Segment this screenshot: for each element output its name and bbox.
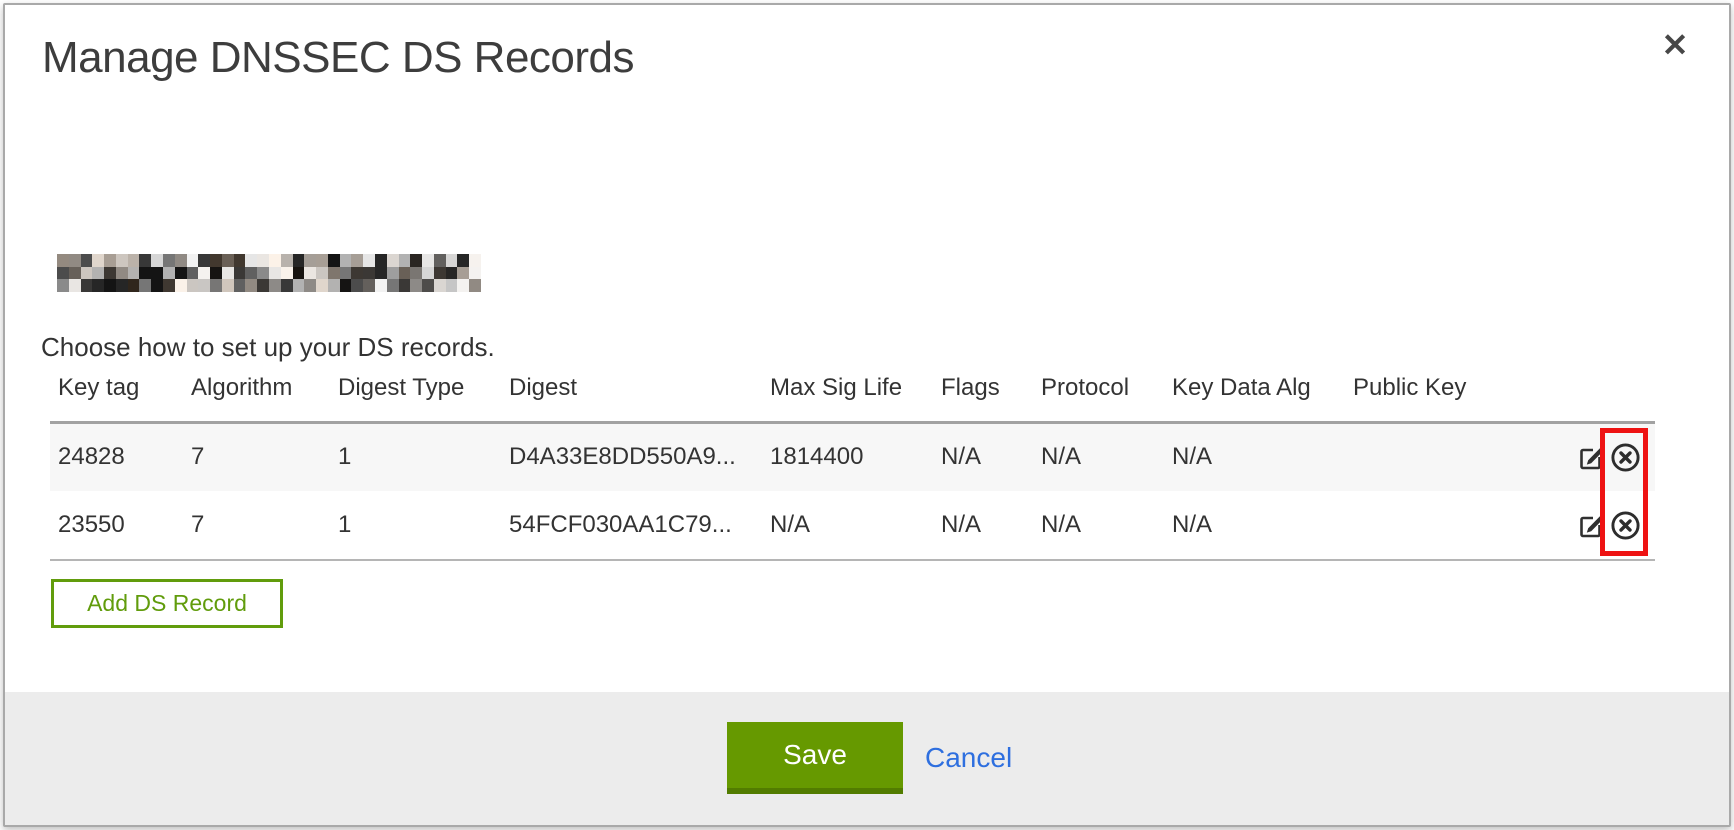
cell-algorithm: 7 (183, 491, 330, 560)
cell-protocol: N/A (1033, 491, 1164, 560)
modal-footer: Save Cancel (5, 692, 1729, 825)
edit-pencil-icon (1577, 527, 1605, 542)
modal-title: Manage DNSSEC DS Records (42, 33, 634, 83)
cell-actions (1540, 491, 1655, 560)
cell-flags: N/A (933, 491, 1033, 560)
delete-circle-x-icon (1610, 461, 1641, 476)
cell-max-sig-life: 1814400 (762, 422, 933, 491)
cell-actions (1540, 422, 1655, 491)
edit-record-button[interactable] (1577, 443, 1605, 471)
cell-digest: D4A33E8DD550A9... (501, 422, 762, 491)
delete-circle-x-icon (1610, 529, 1641, 544)
table-row: 24828 7 1 D4A33E8DD550A9... 1814400 N/A … (50, 422, 1655, 491)
cell-key-data-alg: N/A (1164, 422, 1345, 491)
ds-records-table: Key tag Algorithm Digest Type Digest Max… (50, 368, 1655, 561)
cell-digest-type: 1 (330, 422, 501, 491)
redacted-domain-name (57, 254, 481, 292)
col-header-key-data-alg: Key Data Alg (1164, 368, 1345, 422)
col-header-actions (1540, 368, 1655, 422)
delete-record-button[interactable] (1610, 442, 1641, 473)
close-icon[interactable]: ✕ (1653, 23, 1697, 67)
cell-digest: 54FCF030AA1C79... (501, 491, 762, 560)
col-header-max-sig-life: Max Sig Life (762, 368, 933, 422)
col-header-digest: Digest (501, 368, 762, 422)
col-header-digest-type: Digest Type (330, 368, 501, 422)
cancel-link[interactable]: Cancel (925, 742, 1012, 774)
cell-key-tag: 24828 (50, 422, 183, 491)
cell-key-tag: 23550 (50, 491, 183, 560)
add-ds-record-button[interactable]: Add DS Record (51, 579, 283, 628)
manage-dnssec-modal: Manage DNSSEC DS Records ✕ Choose how to… (3, 3, 1731, 827)
cell-flags: N/A (933, 422, 1033, 491)
col-header-algorithm: Algorithm (183, 368, 330, 422)
col-header-public-key: Public Key (1345, 368, 1540, 422)
cell-digest-type: 1 (330, 491, 501, 560)
col-header-key-tag: Key tag (50, 368, 183, 422)
cell-max-sig-life: N/A (762, 491, 933, 560)
cell-algorithm: 7 (183, 422, 330, 491)
save-button[interactable]: Save (727, 722, 903, 794)
table-row: 23550 7 1 54FCF030AA1C79... N/A N/A N/A … (50, 491, 1655, 560)
instruction-text: Choose how to set up your DS records. (41, 332, 495, 363)
cell-public-key (1345, 422, 1540, 491)
cell-public-key (1345, 491, 1540, 560)
col-header-protocol: Protocol (1033, 368, 1164, 422)
table-header-row: Key tag Algorithm Digest Type Digest Max… (50, 368, 1655, 422)
cell-key-data-alg: N/A (1164, 491, 1345, 560)
screen: Manage DNSSEC DS Records ✕ Choose how to… (0, 0, 1734, 830)
edit-record-button[interactable] (1577, 511, 1605, 539)
cell-protocol: N/A (1033, 422, 1164, 491)
delete-record-button[interactable] (1610, 510, 1641, 541)
edit-pencil-icon (1577, 459, 1605, 474)
col-header-flags: Flags (933, 368, 1033, 422)
